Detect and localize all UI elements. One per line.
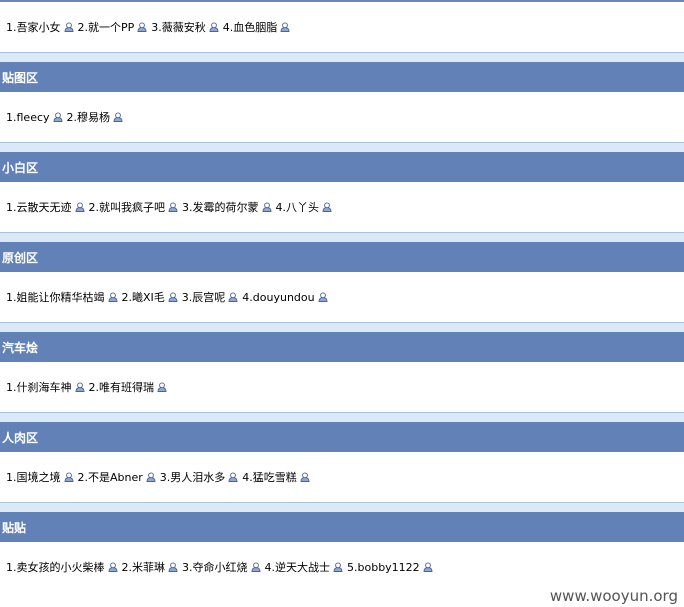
watermark: www.wooyun.org [549, 587, 678, 605]
section-entries-row: 1.国境之境 2.不是Abner 3.男人泪水多 4.猛吃雪糕 [0, 452, 684, 502]
user-icon [64, 22, 73, 32]
user-link[interactable]: 1.什刹海车神 [6, 379, 72, 395]
user-link[interactable]: 2.唯有班得瑞 [89, 379, 155, 395]
user-icon [322, 202, 332, 212]
section-entries-row: 1.姐能让你精华枯竭 2.曦XI毛 3.辰宫呢 4.douyundou [0, 272, 684, 322]
section-divider [0, 232, 684, 242]
user-icon [157, 382, 167, 392]
user-icon [75, 202, 84, 212]
user-icon [228, 472, 238, 482]
user-icon [300, 472, 310, 482]
user-link[interactable]: 1.国境之境 [6, 469, 61, 485]
user-link[interactable]: 4.八丫头 [276, 199, 320, 215]
user-icon [146, 472, 156, 482]
user-icon [333, 562, 343, 572]
user-link[interactable]: 1.吾家小女 [6, 19, 61, 35]
section-header: 汽车烩 [0, 332, 684, 362]
user-link[interactable]: 1.姐能让你精华枯竭 [6, 289, 105, 305]
user-link[interactable]: 3.发霉的荷尔蒙 [182, 199, 259, 215]
section-entries-row: 1.吾家小女 2.就一个PP 3.薇薇安秋 4.血色胭脂 [0, 2, 684, 52]
user-icon [168, 292, 178, 302]
section-header: 原创区 [0, 242, 684, 272]
user-icon [318, 292, 328, 302]
user-link[interactable]: 2.曦XI毛 [122, 289, 165, 305]
user-icon [75, 382, 84, 392]
section-header: 贴图区 [0, 62, 684, 92]
user-link[interactable]: 1.fleecy [6, 111, 50, 124]
user-icon [113, 112, 123, 122]
user-icon [137, 22, 147, 32]
user-icon [168, 202, 178, 212]
user-link[interactable]: 4.逆天大战士 [265, 559, 331, 575]
user-icon [251, 562, 260, 572]
user-link[interactable]: 3.男人泪水多 [160, 469, 226, 485]
user-icon [423, 562, 433, 572]
user-link[interactable]: 2.就叫我疯子吧 [89, 199, 166, 215]
section-header: 贴贴 [0, 512, 684, 542]
user-icon [280, 22, 290, 32]
section-entries-row: 1.什刹海车神 2.唯有班得瑞 [0, 362, 684, 412]
user-icon [168, 562, 178, 572]
user-icon [108, 562, 117, 572]
user-icon [262, 202, 271, 212]
user-link[interactable]: 3.辰宫呢 [182, 289, 226, 305]
user-link[interactable]: 1.云散天无迹 [6, 199, 72, 215]
user-link[interactable]: 4.douyundou [242, 291, 314, 304]
user-icon [228, 292, 238, 302]
user-link[interactable]: 2.不是Abner [78, 469, 143, 485]
user-link[interactable]: 2.穆易杨 [67, 109, 111, 125]
forum-board-list: 1.吾家小女 2.就一个PP 3.薇薇安秋 4.血色胭脂贴图区 1.fleecy 2.穆易… [0, 2, 684, 592]
section-divider [0, 142, 684, 152]
section-header: 人肉区 [0, 422, 684, 452]
section-header: 小白区 [0, 152, 684, 182]
section-divider [0, 322, 684, 332]
user-link[interactable]: 1.卖女孩的小火柴棒 [6, 559, 105, 575]
section-divider [0, 412, 684, 422]
user-link[interactable]: 4.猛吃雪糕 [242, 469, 297, 485]
user-link[interactable]: 2.米菲琳 [122, 559, 166, 575]
user-icon [53, 112, 62, 122]
user-link[interactable]: 2.就一个PP [78, 19, 135, 35]
user-icon [64, 472, 73, 482]
user-link[interactable]: 3.薇薇安秋 [151, 19, 206, 35]
section-divider [0, 502, 684, 512]
section-entries-row: 1.云散天无迹 2.就叫我疯子吧 3.发霉的荷尔蒙 4.八丫头 [0, 182, 684, 232]
section-divider [0, 52, 684, 62]
user-icon [209, 22, 219, 32]
user-link[interactable]: 5.bobby1122 [347, 561, 420, 574]
user-link[interactable]: 3.夺命小红烧 [182, 559, 248, 575]
user-icon [108, 292, 117, 302]
section-entries-row: 1.fleecy 2.穆易杨 [0, 92, 684, 142]
section-entries-row: 1.卖女孩的小火柴棒 2.米菲琳 3.夺命小红烧 4.逆天大战士 5.bobby1122 [0, 542, 684, 592]
user-link[interactable]: 4.血色胭脂 [223, 19, 278, 35]
